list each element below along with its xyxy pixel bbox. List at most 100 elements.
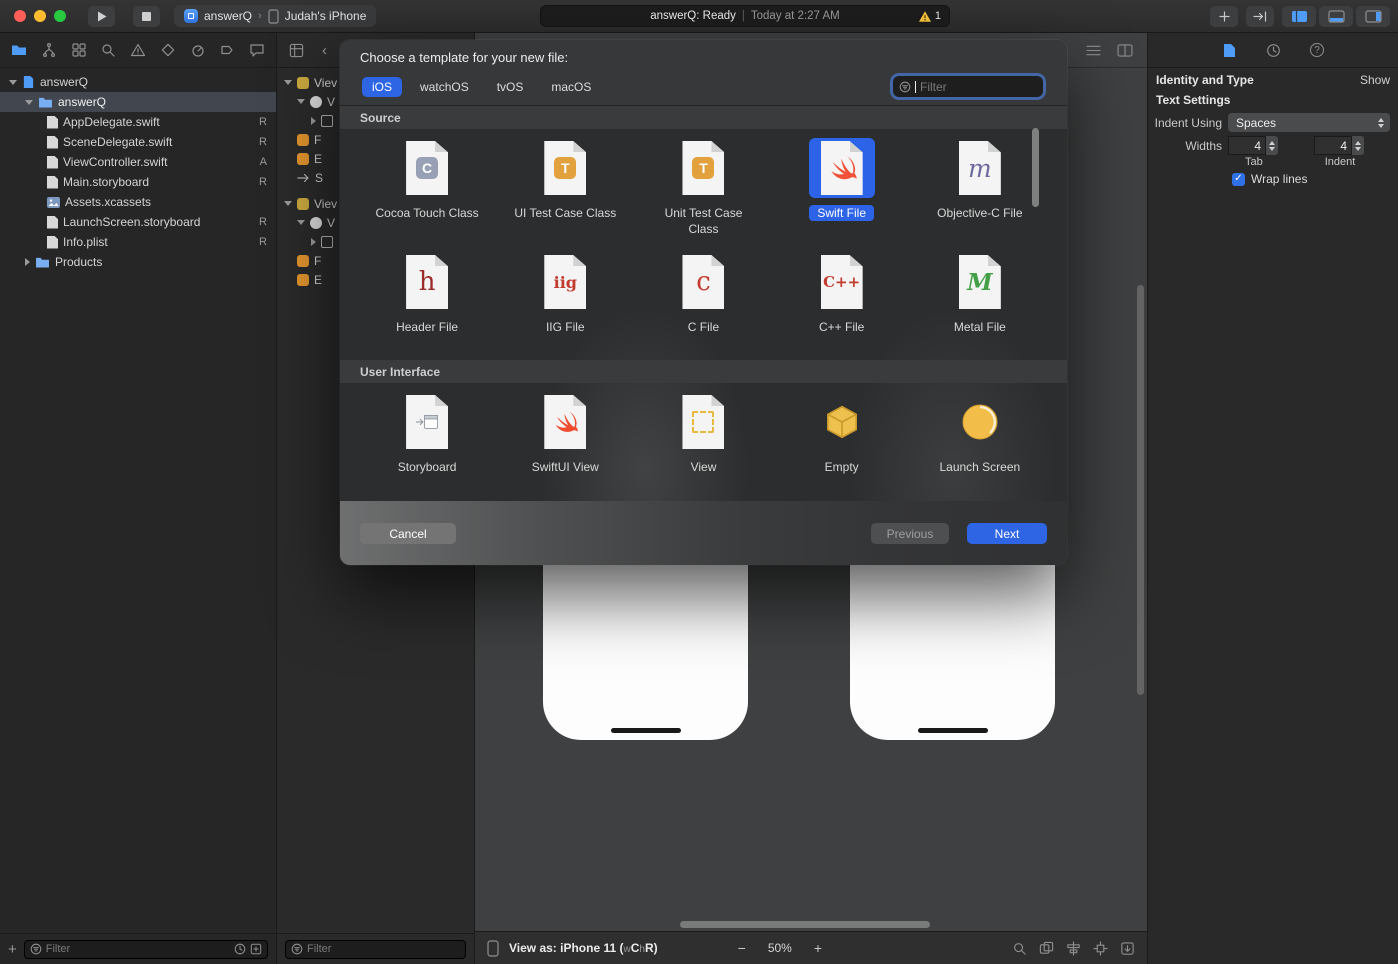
history-inspector-tab[interactable] (1262, 43, 1284, 58)
template-c-file[interactable]: c C File (634, 252, 772, 336)
add-constraints-icon[interactable] (1093, 940, 1108, 956)
template-cocoa-touch-class[interactable]: C Cocoa Touch Class (358, 138, 496, 237)
zoom-window-button[interactable] (54, 10, 66, 22)
tab-width-field[interactable]: 4 (1228, 136, 1266, 155)
horizontal-scrollbar[interactable] (680, 921, 930, 928)
editor-assistant-button[interactable] (1319, 6, 1353, 27)
close-window-button[interactable] (14, 10, 26, 22)
zoom-to-fit-icon[interactable] (1012, 941, 1027, 956)
add-editor-icon[interactable] (1117, 43, 1133, 57)
template-launch-screen[interactable]: Launch Screen (911, 392, 1049, 476)
source-control-navigator-icon[interactable] (41, 42, 57, 58)
device-bezel-icon[interactable] (487, 939, 499, 957)
adjust-editor-options-icon[interactable] (1086, 44, 1101, 57)
disclosure-closed-icon[interactable] (311, 116, 316, 125)
stop-button[interactable] (133, 5, 160, 27)
library-add-button[interactable] (1210, 6, 1238, 27)
wrap-lines-checkbox[interactable] (1232, 172, 1245, 186)
minimize-window-button[interactable] (34, 10, 46, 22)
add-file-button[interactable]: + (8, 942, 17, 957)
project-navigator-icon[interactable] (11, 42, 27, 58)
template-empty[interactable]: Empty (773, 392, 911, 476)
outline-filter-input[interactable] (307, 943, 460, 955)
template-ui-test-case-class[interactable]: T UI Test Case Class (496, 138, 634, 237)
file-row-launchscreen[interactable]: LaunchScreen.storyboard R (0, 212, 276, 232)
file-inspector-tab[interactable] (1218, 43, 1240, 58)
template-iig-file[interactable]: iig IIG File (496, 252, 634, 336)
template-storyboard[interactable]: Storyboard (358, 392, 496, 476)
file-row-appdelegate[interactable]: AppDelegate.swift R (0, 112, 276, 132)
indent-width-stepper[interactable] (1352, 136, 1364, 155)
template-unit-test-case-class[interactable]: T Unit Test Case Class (634, 138, 772, 237)
symbol-navigator-icon[interactable] (71, 42, 87, 58)
disclosure-open-icon[interactable] (297, 220, 305, 225)
zoom-out-button[interactable]: − (738, 940, 746, 956)
template-metal-file[interactable]: M Metal File (911, 252, 1049, 336)
outline-grid-icon[interactable] (289, 43, 304, 58)
template-objective-c-file[interactable]: m Objective-C File (911, 138, 1049, 237)
align-icon[interactable] (1066, 940, 1081, 956)
project-row[interactable]: answerQ (0, 72, 276, 92)
template-filter-field[interactable] (893, 76, 1043, 97)
quick-help-inspector-tab[interactable]: ? (1306, 43, 1328, 57)
editor-only-button[interactable] (1282, 6, 1316, 27)
hide-show-editor-button[interactable] (1246, 6, 1274, 27)
recent-files-clock-icon[interactable] (234, 943, 246, 955)
view-as-control[interactable]: View as: iPhone 11 (w C h R) (509, 941, 658, 955)
indent-width-field[interactable]: 4 (1314, 136, 1352, 155)
show-link[interactable]: Show (1360, 73, 1390, 87)
zoom-level[interactable]: 50% (768, 941, 792, 955)
disclosure-closed-icon[interactable] (311, 237, 316, 246)
zoom-in-button[interactable]: + (814, 940, 822, 956)
template-filter-input[interactable] (920, 79, 1037, 94)
template-swiftui-view[interactable]: SwiftUI View (496, 392, 634, 476)
vertical-scrollbar[interactable] (1137, 285, 1144, 695)
warning-badge[interactable]: 1 (918, 6, 941, 26)
group-row-answerq[interactable]: answerQ (0, 92, 276, 112)
disclosure-closed-icon[interactable] (25, 258, 30, 266)
disclosure-open-icon[interactable] (284, 80, 292, 85)
report-navigator-icon[interactable] (249, 42, 265, 58)
scheme-destination-selector[interactable]: answerQ › Judah's iPhone (174, 5, 377, 27)
find-navigator-icon[interactable] (100, 42, 116, 58)
disclosure-open-icon[interactable] (25, 99, 33, 105)
dialog-scrollbar[interactable] (1032, 128, 1039, 207)
disclosure-open-icon[interactable] (9, 79, 17, 85)
template-view[interactable]: View (634, 392, 772, 476)
layout-bar-buttons (1012, 940, 1135, 956)
cancel-button[interactable]: Cancel (360, 523, 456, 544)
template-header-file[interactable]: h Header File (358, 252, 496, 336)
tab-ios[interactable]: iOS (362, 77, 403, 97)
group-row-products[interactable]: Products (0, 252, 276, 272)
next-button[interactable]: Next (967, 523, 1047, 544)
embed-in-icon[interactable] (1039, 941, 1054, 956)
breakpoint-navigator-icon[interactable] (219, 42, 235, 58)
debug-navigator-icon[interactable] (190, 42, 206, 58)
disclosure-open-icon[interactable] (284, 201, 292, 206)
tab-width-stepper[interactable] (1266, 136, 1278, 155)
tab-tvos[interactable]: tvOS (487, 77, 534, 97)
template-swift-file[interactable]: Swift File (773, 138, 911, 237)
source-control-status-filter-icon[interactable] (250, 943, 262, 955)
navigator-filter-field[interactable] (23, 939, 268, 959)
previous-button[interactable]: Previous (871, 523, 949, 544)
group-name: answerQ (58, 95, 107, 109)
test-navigator-icon[interactable] (160, 42, 176, 58)
disclosure-open-icon[interactable] (297, 99, 305, 104)
file-row-main-storyboard[interactable]: Main.storyboard R (0, 172, 276, 192)
file-row-scenedelegate[interactable]: SceneDelegate.swift R (0, 132, 276, 152)
file-row-infoplist[interactable]: Info.plist R (0, 232, 276, 252)
navigator-filter-input[interactable] (45, 943, 230, 955)
resolve-autolayout-icon[interactable] (1120, 941, 1135, 956)
tab-macos[interactable]: macOS (541, 77, 601, 97)
file-row-viewcontroller[interactable]: ViewController.swift A (0, 152, 276, 172)
file-row-assets[interactable]: Assets.xcassets (0, 192, 276, 212)
template-cpp-file[interactable]: C++ C++ File (773, 252, 911, 336)
inspectors-toggle-button[interactable] (1356, 6, 1390, 27)
run-button[interactable] (88, 5, 115, 27)
indent-using-popup[interactable]: Spaces (1228, 113, 1390, 132)
collapse-outline-icon[interactable]: ‹ (322, 43, 327, 58)
outline-filter-field[interactable] (285, 939, 466, 959)
issue-navigator-icon[interactable] (130, 42, 146, 58)
tab-watchos[interactable]: watchOS (410, 77, 479, 97)
